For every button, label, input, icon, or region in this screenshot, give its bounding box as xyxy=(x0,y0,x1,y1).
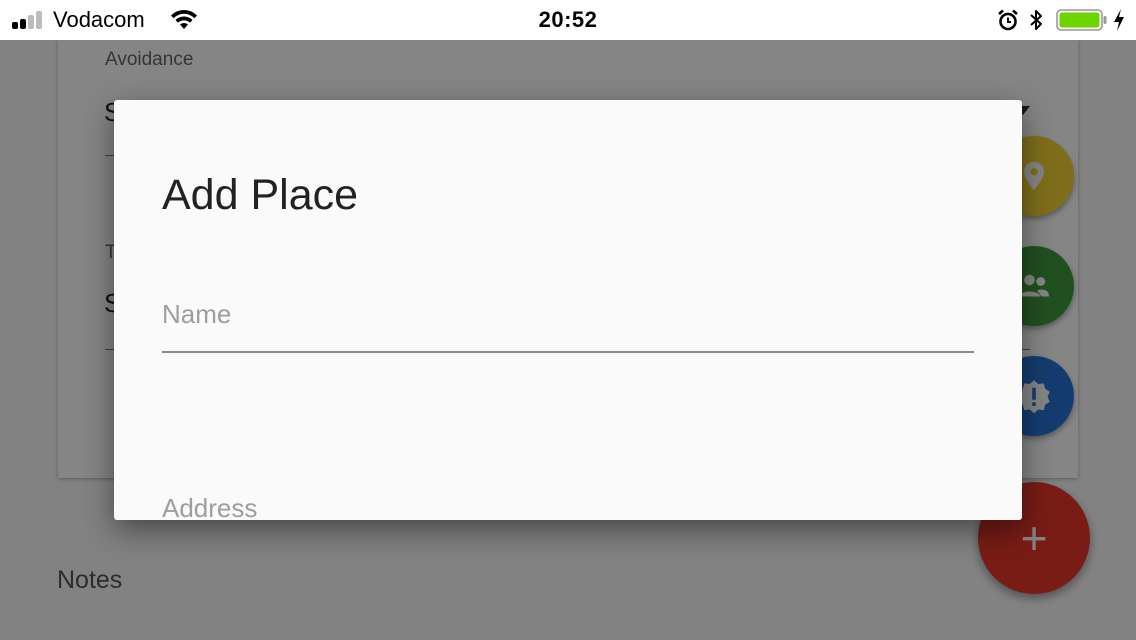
status-time: 20:52 xyxy=(538,7,598,32)
dialog-title: Add Place xyxy=(162,171,359,219)
bluetooth-icon xyxy=(1030,10,1042,30)
charging-icon xyxy=(1114,9,1124,31)
alarm-icon xyxy=(998,9,1018,31)
name-input-underline xyxy=(162,351,974,353)
battery-icon xyxy=(1056,9,1107,31)
name-input[interactable] xyxy=(162,286,974,353)
add-place-dialog: Add Place xyxy=(114,100,1022,520)
address-input[interactable] xyxy=(162,480,974,520)
address-field xyxy=(162,480,974,520)
status-bar: Vodacom 20:52 xyxy=(0,0,1136,40)
name-field xyxy=(162,286,974,353)
